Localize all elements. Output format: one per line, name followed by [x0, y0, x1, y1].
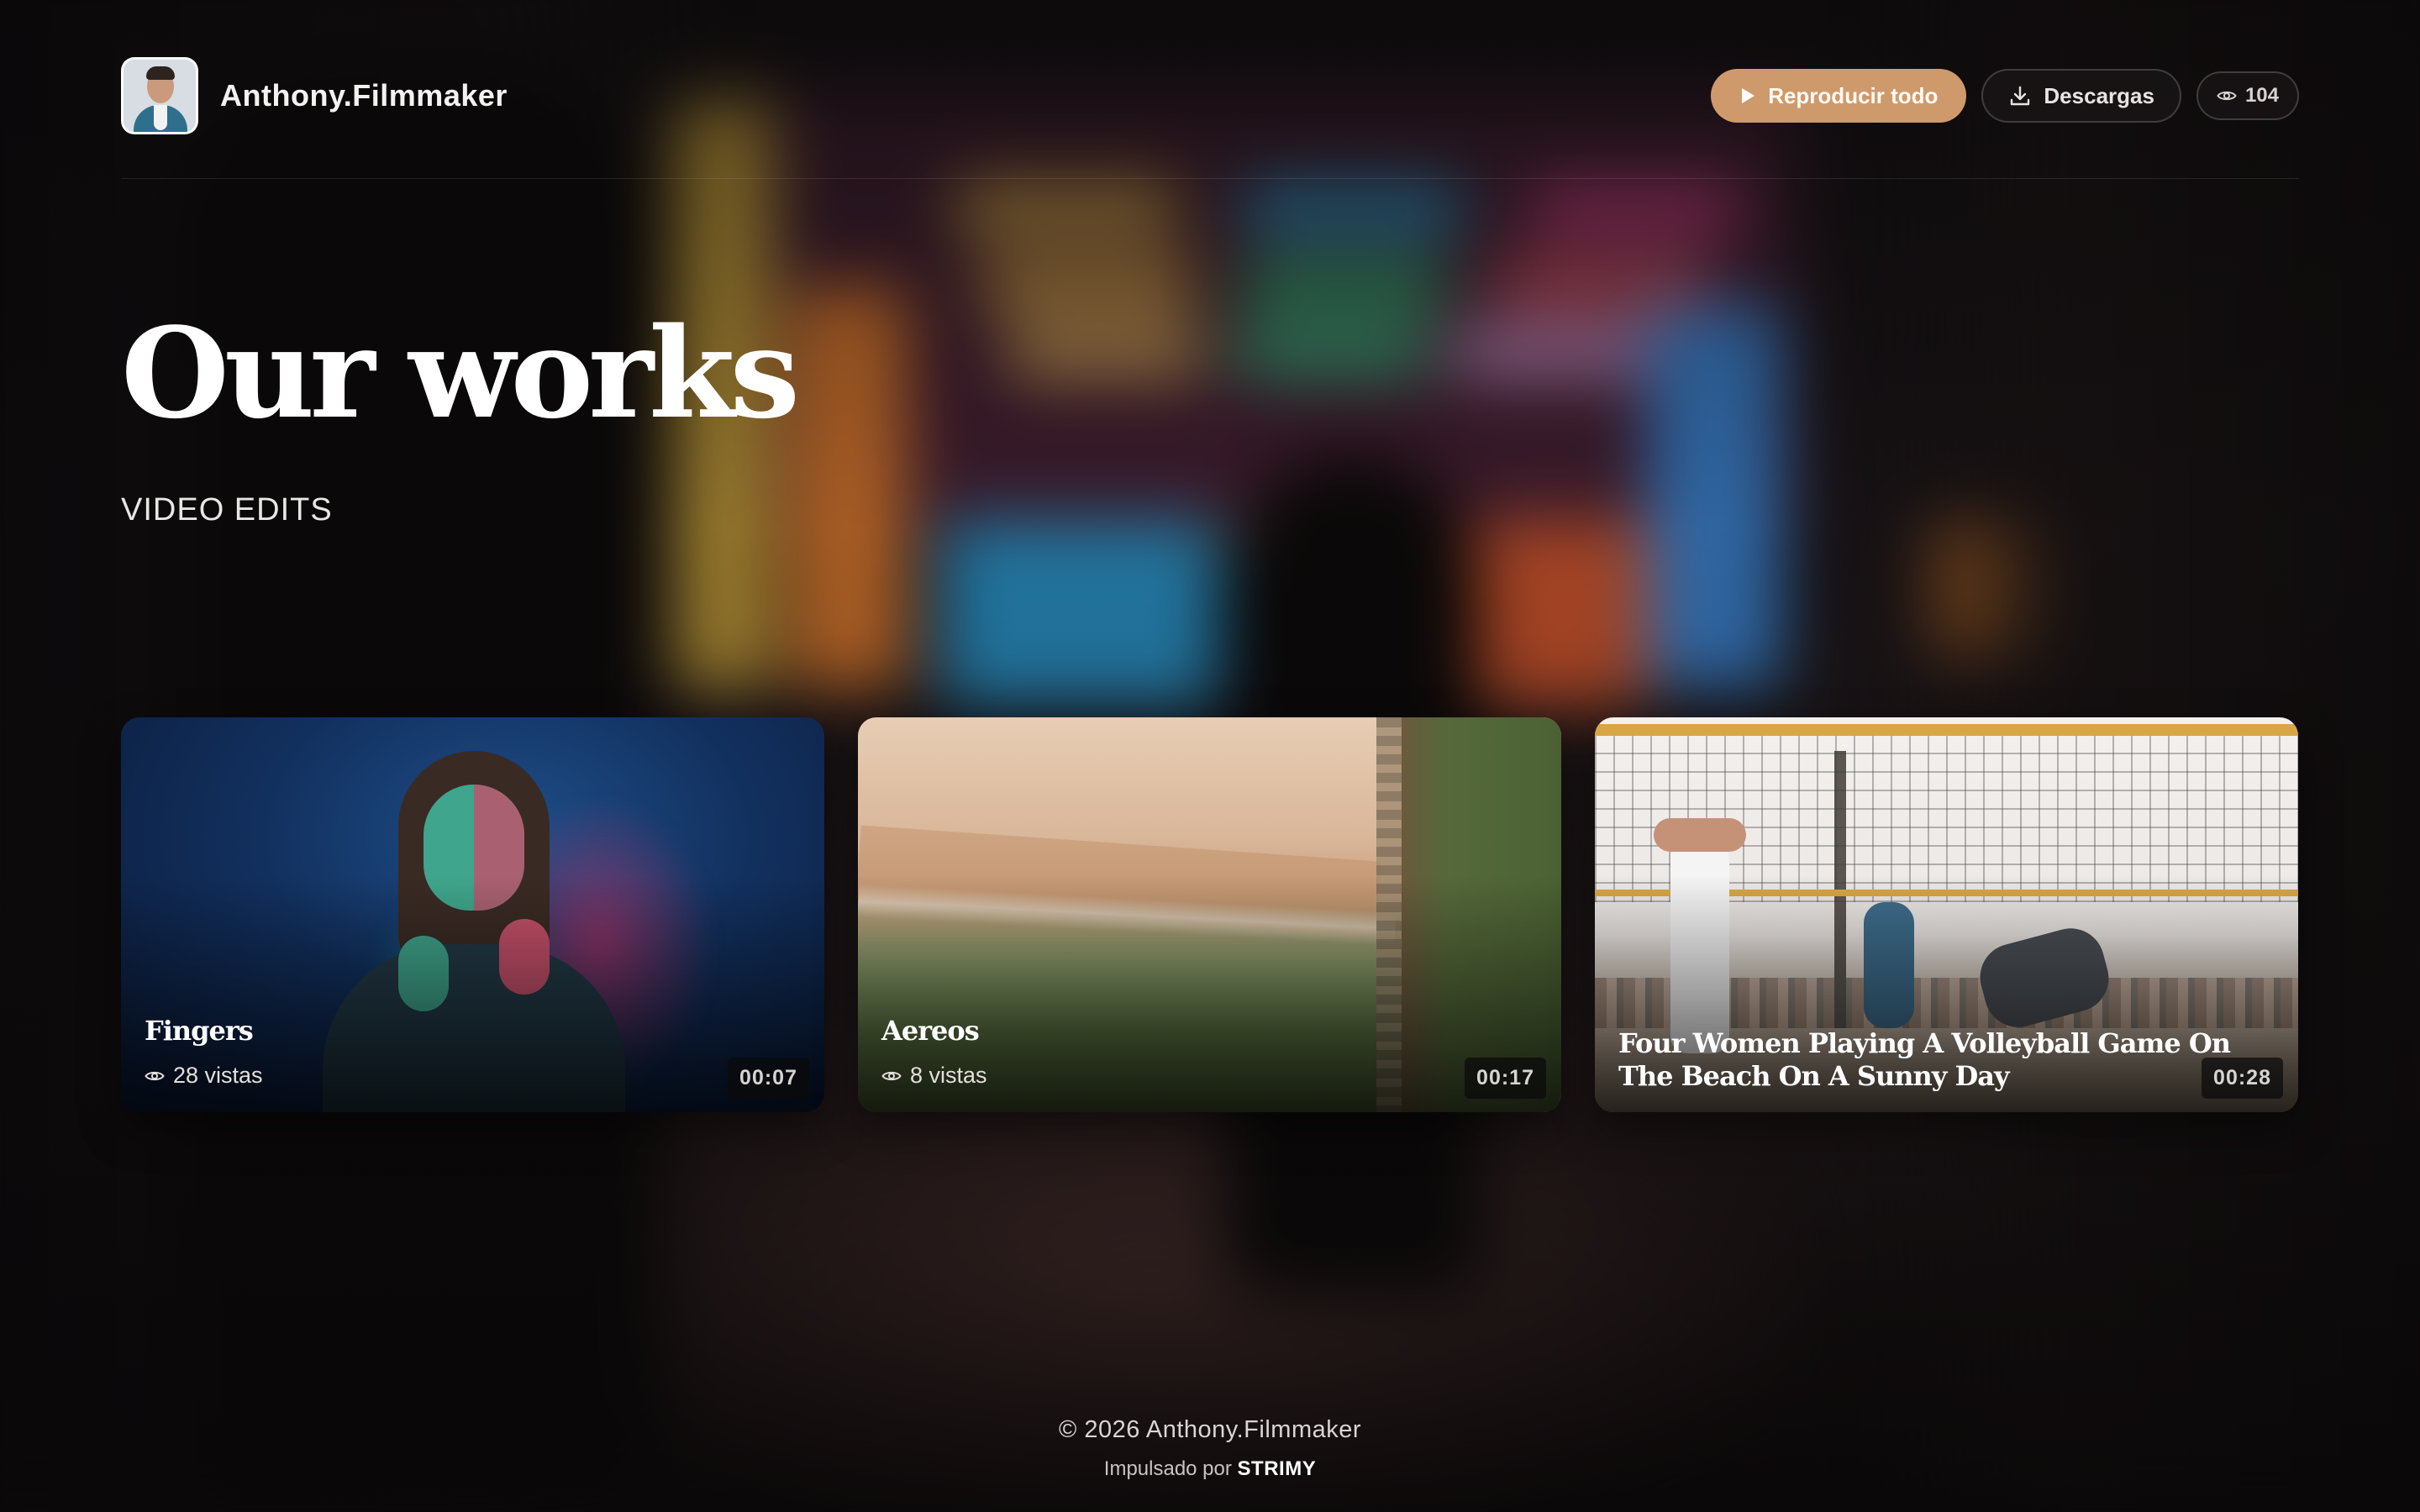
header-divider — [121, 178, 2299, 179]
video-views: 28 vistas — [145, 1063, 263, 1089]
eye-icon — [881, 1069, 902, 1083]
play-all-label: Reproducir todo — [1768, 82, 1939, 108]
play-all-button[interactable]: Reproducir todo — [1711, 69, 1967, 123]
video-card[interactable]: Fingers 28 vistas 00:07 — [121, 717, 824, 1112]
total-views-badge: 104 — [2196, 71, 2299, 120]
video-views: 8 vistas — [881, 1063, 987, 1089]
powered-by-label: Impulsado por — [1103, 1457, 1232, 1480]
video-duration: 00:07 — [728, 1058, 809, 1099]
video-views-count: 8 vistas — [910, 1063, 987, 1088]
video-grid: Fingers 28 vistas 00:07 Aereos 8 vistas … — [121, 717, 2299, 1112]
strimy-link[interactable]: STRIMY — [1238, 1457, 1317, 1480]
video-title[interactable]: Four Women Playing A Volleyball Game On … — [1618, 1027, 2274, 1092]
downloads-button[interactable]: Descargas — [1981, 69, 2181, 123]
footer: © 2026 Anthony.Filmmaker Impulsado por S… — [0, 1416, 2420, 1481]
total-views-count: 104 — [2244, 84, 2279, 107]
video-views-count: 28 vistas — [173, 1063, 263, 1088]
channel-brand[interactable]: Anthony.Filmmaker — [121, 57, 508, 134]
header-actions: Reproducir todo Descargas 104 — [1711, 69, 2299, 123]
video-card[interactable]: Aereos 8 vistas 00:17 — [858, 717, 1561, 1112]
page-title: Our works — [121, 300, 800, 446]
avatar[interactable] — [121, 57, 198, 134]
video-duration: 00:28 — [2202, 1058, 2283, 1099]
footer-copyright: © 2026 Anthony.Filmmaker — [1058, 1416, 1362, 1443]
video-card[interactable]: Four Women Playing A Volleyball Game On … — [1595, 717, 2298, 1112]
download-icon — [2008, 84, 2032, 108]
play-icon — [1739, 87, 1756, 105]
video-title[interactable]: Aereos — [881, 1015, 980, 1047]
video-duration: 00:17 — [1465, 1058, 1546, 1099]
eye-icon — [2217, 89, 2237, 102]
eye-icon — [145, 1069, 165, 1083]
video-title[interactable]: Fingers — [145, 1015, 254, 1047]
footer-powered-by: Impulsado por STRIMY — [0, 1457, 2420, 1481]
page-subtitle: VIDEO EDITS — [121, 492, 333, 528]
top-bar: Anthony.Filmmaker Reproducir todo Descar… — [121, 54, 2299, 138]
channel-name[interactable]: Anthony.Filmmaker — [220, 78, 508, 113]
downloads-label: Descargas — [2044, 82, 2154, 108]
